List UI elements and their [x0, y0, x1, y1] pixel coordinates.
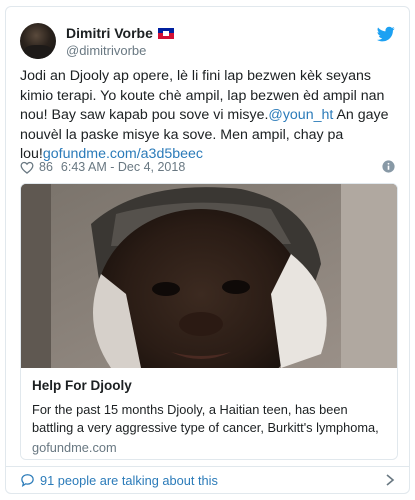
link-card-domain: gofundme.com: [32, 440, 117, 455]
author-handle[interactable]: @dimitrivorbe: [66, 43, 146, 58]
author-name-row: Dimitri Vorbe: [66, 25, 174, 41]
haiti-flag-icon: [157, 27, 174, 39]
twitter-bird-icon[interactable]: [377, 25, 395, 43]
link-card-description-text: For the past 15 months Djooly, a Haitian…: [32, 402, 379, 435]
preview-photo: [21, 184, 397, 368]
link-card-title: Help For Djooly: [32, 378, 132, 393]
tweet-timestamp[interactable]: 6:43 AM - Dec 4, 2018: [61, 160, 185, 174]
info-icon[interactable]: [382, 160, 395, 173]
portrait-photo: [21, 184, 397, 368]
tweet-text: Jodi an Djooly ap opere, lè li fini lap …: [20, 67, 400, 165]
mention-link[interactable]: @youn_ht: [268, 107, 333, 123]
author-display-name[interactable]: Dimitri Vorbe: [66, 25, 153, 41]
conversation-footer[interactable]: 91 people are talking about this: [20, 470, 395, 490]
tweet-meta: 86 6:43 AM - Dec 4, 2018: [20, 158, 395, 176]
footer-divider: [6, 466, 409, 467]
link-preview-card[interactable]: Help For Djooly For the past 15 months D…: [20, 183, 398, 460]
link-card-description: For the past 15 months Djooly, a Haitian…: [32, 401, 386, 436]
tweet-header: Dimitri Vorbe @dimitrivorbe: [20, 19, 397, 63]
speech-bubble-icon: [21, 474, 34, 487]
link-card-body: Help For Djooly For the past 15 months D…: [21, 368, 397, 459]
avatar[interactable]: [20, 23, 56, 59]
heart-icon[interactable]: [20, 161, 34, 174]
chevron-right-icon[interactable]: [385, 474, 395, 486]
embedded-tweet-card: Dimitri Vorbe @dimitrivorbe Jodi an Djoo…: [5, 6, 410, 494]
conversation-count[interactable]: 91 people are talking about this: [40, 473, 218, 488]
like-count[interactable]: 86: [39, 160, 53, 174]
